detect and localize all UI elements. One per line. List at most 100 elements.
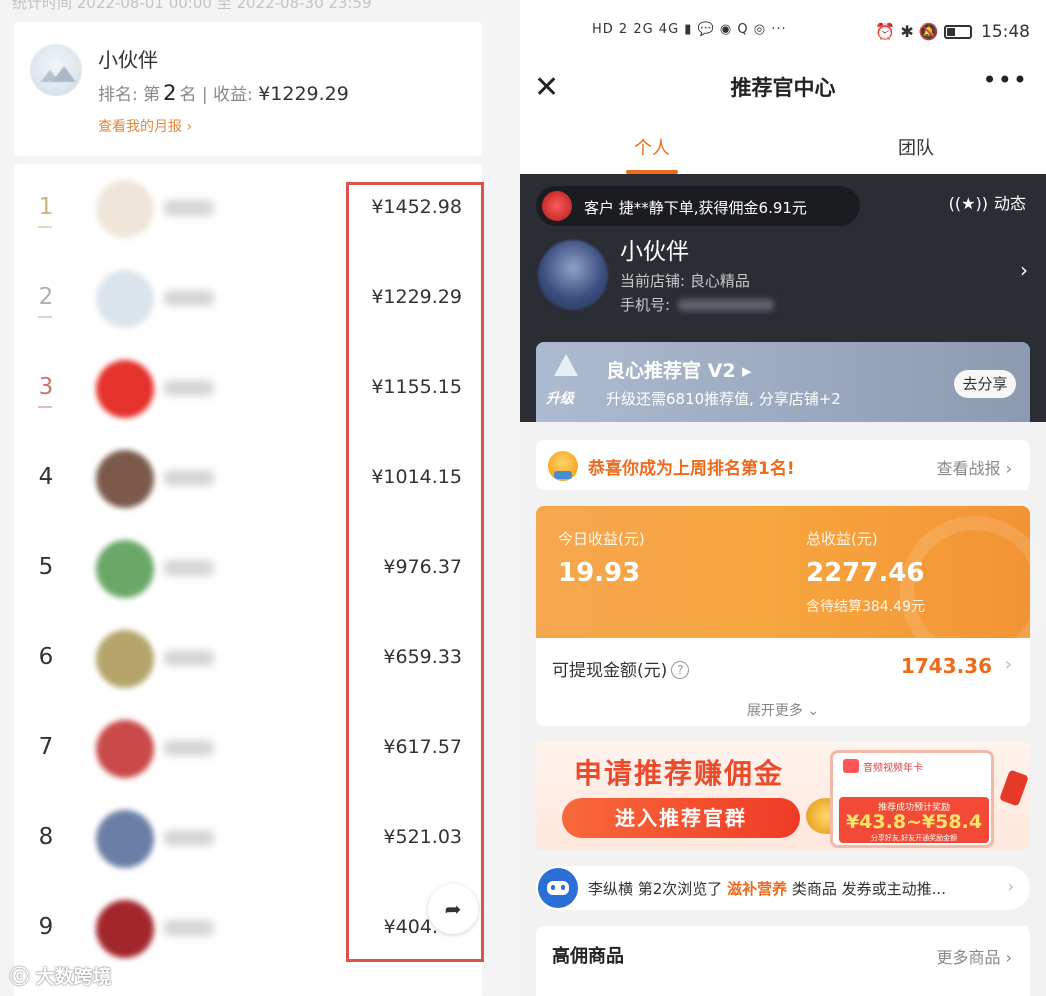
status-bar: HD 2 2G 4G ▮ 💬 ◉ Q ◎ ··· ⏰ ✱ 🔕 15:48 [520, 0, 1046, 64]
ranking-panel: 统计时间 2022-08-01 00:00 至 2022-08-30 23:59… [0, 0, 520, 996]
tab-bar: 个人 团队 [520, 118, 1046, 174]
my-name: 小伙伴 [98, 48, 158, 72]
ticker-avatar [542, 191, 572, 221]
avatar [96, 180, 154, 238]
chevron-right-icon[interactable]: › [1020, 258, 1028, 282]
promo-banner[interactable]: 申请推荐赚佣金 进入推荐官群 音频视频年卡 推荐成功预计奖励 ¥43.8~¥58… [536, 742, 1030, 850]
avatar [96, 630, 154, 688]
battery-icon [943, 25, 972, 39]
amount-highlight-box [346, 182, 484, 962]
blurred-name [164, 290, 214, 306]
blurred-name [164, 200, 214, 216]
rank-number: 7 [38, 734, 54, 760]
rank-suffix: 名 | 收益: [179, 85, 253, 105]
join-group-button[interactable]: 进入推荐官群 [562, 798, 800, 838]
level-description: 升级还需6810推荐值, 分享店铺+2 [606, 390, 841, 408]
go-share-button[interactable]: 去分享 [954, 370, 1016, 398]
view-report-link[interactable]: 查看战报 › [937, 455, 1013, 479]
blurred-name [164, 470, 214, 486]
avatar [96, 540, 154, 598]
section-title: 高佣商品 [552, 946, 624, 967]
status-right-icons: ⏰ ✱ 🔕 [875, 22, 939, 41]
banner-title: 申请推荐赚佣金 [574, 757, 785, 790]
my-amount: ¥1229.29 [258, 83, 349, 105]
blurred-name [164, 650, 214, 666]
dynamic-button[interactable]: ((★)) 动态 [949, 190, 1026, 214]
reward-card: 音频视频年卡 推荐成功预计奖励 ¥43.8~¥58.4 分享好友,好友开通奖励金… [830, 750, 994, 848]
recommender-center-panel: HD 2 2G 4G ▮ 💬 ◉ Q ◎ ··· ⏰ ✱ 🔕 15:48 ✕ 推… [520, 0, 1046, 996]
robot-icon [538, 868, 578, 908]
page-title: 推荐官中心 [730, 76, 836, 100]
blurred-name [164, 920, 214, 936]
avatar [96, 270, 154, 328]
rank-number: 5 [38, 554, 54, 580]
share-button[interactable]: ➦ [428, 884, 478, 934]
avatar [96, 360, 154, 418]
avatar[interactable] [538, 240, 608, 310]
order-ticker: 客户 捷**静下单,获得佣金6.91元 [536, 186, 860, 226]
red-packet-icon [999, 769, 1029, 807]
avatar [96, 810, 154, 868]
level-up-badge: 升级 [546, 354, 586, 414]
watermark: ⓒ 大数跨境 [10, 966, 112, 988]
visit-notice[interactable]: 李纵横 第2次浏览了 滋补营养 类商品 发券或主动推... › [536, 866, 1030, 910]
status-time: 15:48 [981, 22, 1030, 42]
blurred-name [164, 830, 214, 846]
current-store: 当前店铺: 良心精品 [620, 272, 750, 290]
reward-strip: 推荐成功预计奖励 ¥43.8~¥58.4 分享好友,好友开通奖励金额 [839, 797, 989, 843]
reward-card-title: 音频视频年卡 [863, 763, 923, 774]
stat-period-text: 统计时间 2022-08-01 00:00 至 2022-08-30 23:59 [12, 0, 372, 12]
rank-number: 1 [38, 194, 54, 228]
visit-text: 李纵横 第2次浏览了 滋补营养 类商品 发券或主动推... [588, 880, 946, 898]
status-left-icons: HD 2 2G 4G ▮ 💬 ◉ Q ◎ ··· [592, 22, 787, 37]
congrats-bar[interactable]: 恭喜你成为上周排名第1名! 查看战报 › [536, 440, 1030, 490]
pending-settlement: 含待结算384.49元 [806, 599, 925, 615]
total-earnings-label: 总收益(元) [806, 530, 878, 548]
crown-icon [548, 451, 578, 481]
more-products-link[interactable]: 更多商品 › [937, 944, 1013, 968]
my-rank-line: 排名: 第2名 | 收益: ¥1229.29 [98, 80, 349, 105]
rank-prefix: 排名: [98, 85, 138, 105]
blurred-phone [678, 299, 775, 311]
avatar [96, 450, 154, 508]
rank-di: 第 [143, 85, 161, 105]
profile-header: 客户 捷**静下单,获得佣金6.91元 ((★)) 动态 小伙伴 当前店铺: 良心… [520, 174, 1046, 422]
withdrawable-row[interactable]: 可提现金额(元)? 1743.36 › 展开更多 ⌄ [536, 638, 1030, 726]
today-earnings-value: 19.93 [558, 558, 641, 588]
ticker-text: 客户 捷**静下单,获得佣金6.91元 [584, 199, 807, 217]
rank-number: 2 [38, 284, 54, 318]
rank-number: 6 [38, 644, 54, 670]
chevron-right-icon: › [1007, 877, 1014, 897]
reward-amount: ¥43.8~¥58.4 [845, 811, 983, 833]
rank-number: 9 [38, 914, 54, 940]
profile-name: 小伙伴 [620, 239, 689, 265]
tab-team[interactable]: 团队 [856, 134, 976, 160]
broadcast-star-icon: ((★)) [948, 194, 988, 213]
my-rank-number: 2 [163, 81, 177, 105]
withdrawable-value: 1743.36 [900, 654, 992, 678]
my-rank-card: 小伙伴 排名: 第2名 | 收益: ¥1229.29 查看我的月报 › [14, 22, 482, 156]
blurred-name [164, 560, 214, 576]
level-card[interactable]: 升级 良心推荐官 V2 ▸ 升级还需6810推荐值, 分享店铺+2 去分享 [536, 342, 1030, 422]
help-icon[interactable]: ? [671, 661, 690, 679]
total-earnings-value: 2277.46 [806, 558, 925, 588]
tab-personal[interactable]: 个人 [592, 134, 712, 160]
high-commission-section: 高佣商品 更多商品 › [536, 926, 1030, 996]
expand-more-button[interactable]: 展开更多 ⌄ [536, 700, 1030, 720]
nav-bar: ✕ 推荐官中心 ••• [520, 64, 1046, 118]
view-monthly-report-link[interactable]: 查看我的月报 › [98, 116, 192, 136]
avatar [96, 720, 154, 778]
earnings-card: 今日收益(元) 19.93 总收益(元) 2277.46 含待结算384.49元 [536, 506, 1046, 666]
my-avatar [30, 44, 82, 96]
visit-category: 滋补营养 [727, 880, 788, 898]
reward-note: 分享好友,好友开通奖励金额 [870, 834, 958, 842]
today-earnings-label: 今日收益(元) [558, 530, 645, 548]
blurred-name [164, 740, 214, 756]
more-menu-icon[interactable]: ••• [983, 66, 1028, 94]
withdrawable-label: 可提现金额(元)? [552, 656, 690, 681]
congrats-text: 恭喜你成为上周排名第1名! [588, 459, 795, 479]
video-card-icon [843, 759, 859, 773]
phone-number: 手机号: [620, 294, 775, 315]
dynamic-label: 动态 [993, 194, 1026, 213]
rank-number: 4 [38, 464, 54, 490]
